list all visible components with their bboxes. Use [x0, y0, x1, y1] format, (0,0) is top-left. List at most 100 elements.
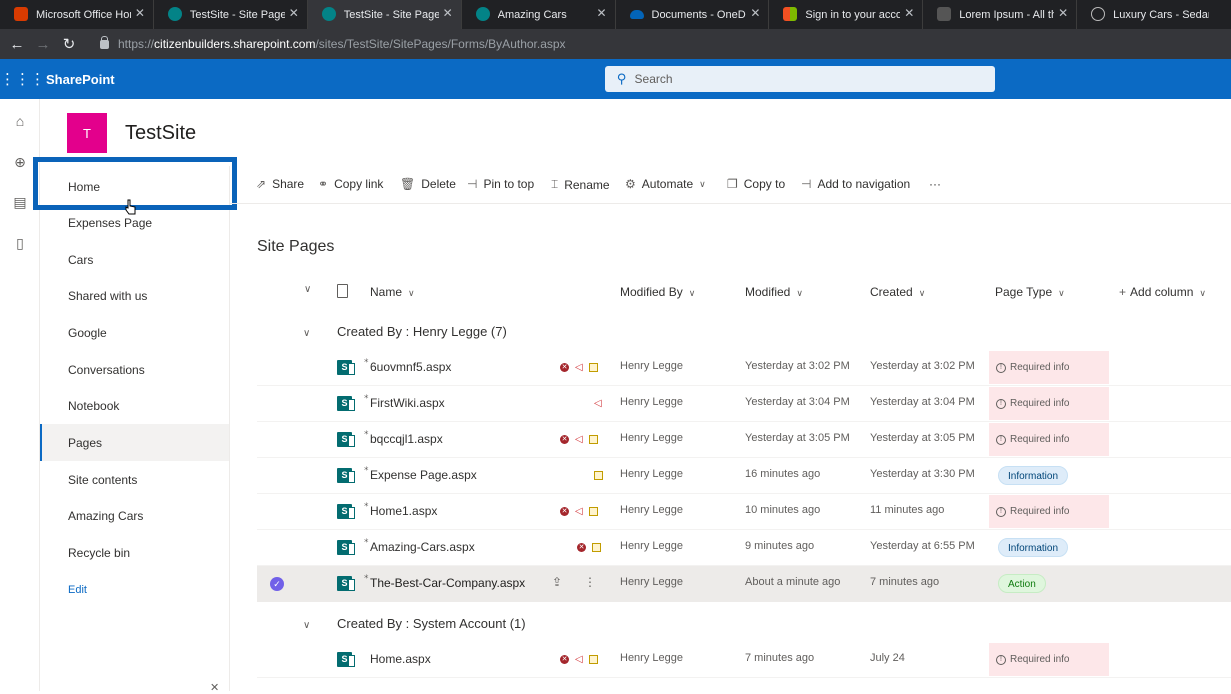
sharepoint-page-icon: S	[337, 432, 355, 447]
column-header-created[interactable]: Created ∨	[870, 285, 925, 299]
share-icon[interactable]: ⇪	[552, 575, 562, 589]
close-tab-icon[interactable]: ✕	[289, 6, 299, 20]
more-vertical-icon[interactable]: ⋮	[584, 575, 596, 589]
row-checkmark-icon[interactable]: ✓	[270, 577, 284, 591]
file-name-link[interactable]: ⁎ FirstWiki.aspx	[364, 390, 445, 410]
browser-tab[interactable]: TestSite - Site Pages - M✕	[154, 0, 308, 29]
nav-edit-link[interactable]: Edit	[40, 571, 229, 608]
site-title[interactable]: TestSite	[125, 122, 196, 145]
file-name-link[interactable]: ⁎ Home1.aspx	[364, 498, 437, 518]
more-options-button[interactable]: ···	[929, 177, 941, 191]
pin-to-top-button[interactable]: ⊣ Pin to top	[467, 177, 534, 191]
rename-button[interactable]: ⌶ Rename	[551, 177, 610, 192]
browser-tab[interactable]: Microsoft Office Home✕	[0, 0, 154, 29]
group-header[interactable]: ∨ Created By : Henry Legge (7)	[303, 324, 507, 339]
share-icon: ⇗	[256, 177, 267, 191]
page-type-badge: ! Required info	[989, 387, 1109, 420]
browser-tab[interactable]: Documents - OneDrive✕	[616, 0, 770, 29]
table-row[interactable]: S ⁎ FirstWiki.aspx ◁ Henry Legge Yesterda…	[257, 386, 1231, 422]
close-tab-icon[interactable]: ✕	[904, 6, 914, 20]
trash-icon: 🗑	[400, 177, 416, 191]
nav-item-notebook[interactable]: Notebook	[40, 387, 229, 424]
nav-item-shared-with-us[interactable]: Shared with us	[40, 277, 229, 314]
nav-item-pages[interactable]: Pages	[40, 424, 229, 461]
reload-icon[interactable]: ↻	[56, 35, 82, 53]
close-tab-icon[interactable]: ✕	[596, 6, 606, 20]
new-item-icon: ⁎	[364, 534, 369, 544]
add-column-button[interactable]: + Add column ∨	[1119, 285, 1206, 299]
file-name-link[interactable]: Home.aspx	[370, 652, 431, 666]
nav-item-conversations[interactable]: Conversations	[40, 351, 229, 388]
back-arrow-icon[interactable]: ←	[4, 36, 30, 53]
new-item-icon: ⁎	[364, 498, 369, 508]
delete-button[interactable]: 🗑 Delete	[400, 177, 456, 191]
page-type-badge: ! Required info	[989, 643, 1109, 676]
nav-item-site-contents[interactable]: Site contents	[40, 461, 229, 498]
new-item-icon: ⁎	[364, 426, 369, 436]
group-header[interactable]: ∨ Created By : System Account (1)	[303, 616, 526, 631]
nav-item-google[interactable]: Google	[40, 314, 229, 351]
file-name-link[interactable]: ⁎ Expense Page.aspx	[364, 462, 477, 482]
browser-tab[interactable]: Amazing Cars ✕	[462, 0, 616, 29]
column-header-modified[interactable]: Modified ∨	[745, 285, 803, 299]
automate-button[interactable]: ⚙ Automate ∨	[625, 177, 706, 191]
file-type-header-icon[interactable]	[337, 284, 348, 298]
chevron-down-icon[interactable]: ∨	[303, 620, 337, 631]
add-to-navigation-button[interactable]: ⊣ Add to navigation	[801, 177, 910, 191]
file-name-link[interactable]: ⁎ bqccqjl1.aspx	[364, 426, 443, 446]
table-row[interactable]: S ⁎ 6uovmnf5.aspx ✕ ◁ Henry Legge Yesterda…	[257, 350, 1231, 386]
home-icon[interactable]: ⌂	[11, 112, 29, 130]
forward-arrow-icon[interactable]: →	[30, 36, 56, 53]
copy-to-button[interactable]: ❐ Copy to	[727, 177, 785, 191]
collapse-all-groups-icon[interactable]: ∨	[304, 284, 311, 295]
collapse-nav-icon[interactable]: ✕	[210, 681, 219, 694]
close-tab-icon[interactable]: ✕	[750, 6, 760, 20]
chevron-down-icon: ∨	[688, 288, 696, 298]
column-header-modified-by[interactable]: Modified By ∨	[620, 285, 695, 299]
table-row-selected[interactable]: ✓ S ⁎ The-Best-Car-Company.aspx ⇪ ⋮ Henry…	[257, 566, 1231, 602]
table-row[interactable]: S Home.aspx ✕ ◁ Henry Legge 7 minutes ago…	[257, 642, 1231, 678]
table-row[interactable]: S ⁎ bqccqjl1.aspx ✕ ◁ Henry Legge Yesterda…	[257, 422, 1231, 458]
app-launcher-icon[interactable]: ⋮⋮⋮	[0, 70, 45, 88]
table-row[interactable]: S ⁎ Amazing-Cars.aspx ✕ Henry Legge 9 min…	[257, 530, 1231, 566]
browser-tab[interactable]: Luxury Cars - Sedans, S	[1077, 0, 1231, 29]
file-name-link[interactable]: ⁎ Amazing-Cars.aspx	[364, 534, 475, 554]
close-tab-icon[interactable]: ✕	[1058, 6, 1068, 20]
link-icon: ⚭	[318, 177, 329, 191]
file-name-link[interactable]: ⁎ 6uovmnf5.aspx	[364, 354, 451, 374]
column-header-name[interactable]: Name ∨	[370, 285, 415, 299]
share-button[interactable]: ⇗ Share	[256, 177, 304, 191]
new-item-icon: ⁎	[364, 354, 369, 364]
nav-item-recycle-bin[interactable]: Recycle bin	[40, 534, 229, 571]
file-name-link[interactable]: ⁎ The-Best-Car-Company.aspx	[364, 570, 525, 590]
site-logo[interactable]: T	[67, 113, 107, 153]
sharepoint-page-icon: S	[337, 576, 355, 591]
browser-tab[interactable]: Sign in to your account✕	[769, 0, 924, 29]
nav-item-amazing-cars[interactable]: Amazing Cars	[40, 497, 229, 534]
chevron-down-icon: ∨	[408, 288, 415, 298]
page-type-badge: Action	[998, 574, 1046, 593]
copy-icon: ❐	[727, 177, 738, 191]
sharepoint-page-icon: S	[337, 504, 355, 519]
table-row[interactable]: S ⁎ Home1.aspx ✕ ◁ Henry Legge 10 minutes …	[257, 494, 1231, 530]
column-header-page-type[interactable]: Page Type ∨	[995, 285, 1065, 299]
browser-tab-active[interactable]: TestSite - Site Pages - M✕	[307, 0, 462, 29]
table-row[interactable]: S ⁎ Expense Page.aspx Henry Legge 16 minu…	[257, 458, 1231, 494]
chevron-down-icon[interactable]: ∨	[303, 328, 337, 339]
news-icon[interactable]: ▤	[11, 193, 29, 211]
search-input[interactable]: ⚲ Search	[605, 66, 995, 92]
sharepoint-page-icon: S	[337, 360, 355, 375]
document-icon[interactable]: ▯	[11, 234, 29, 252]
sharepoint-page-icon: S	[337, 396, 355, 411]
globe-icon[interactable]: ⊕	[11, 153, 29, 171]
close-tab-icon[interactable]: ✕	[443, 6, 453, 20]
lorem-icon	[937, 7, 952, 21]
copy-link-button[interactable]: ⚭ Copy link	[318, 177, 383, 191]
share-status-icon: ◁	[575, 433, 583, 445]
url-field[interactable]: https://citizenbuilders.sharepoint.com/s…	[100, 35, 566, 51]
close-tab-icon[interactable]: ✕	[135, 6, 145, 20]
nav-item-cars[interactable]: Cars	[40, 241, 229, 278]
browser-tab[interactable]: Lorem Ipsum - All the fa✕	[923, 0, 1078, 29]
sharepoint-brand[interactable]: SharePoint	[46, 72, 115, 87]
command-bar: ⇗ Share ⚭ Copy link 🗑 Delete ⊣ Pin to top ⌶ R…	[230, 166, 1231, 204]
